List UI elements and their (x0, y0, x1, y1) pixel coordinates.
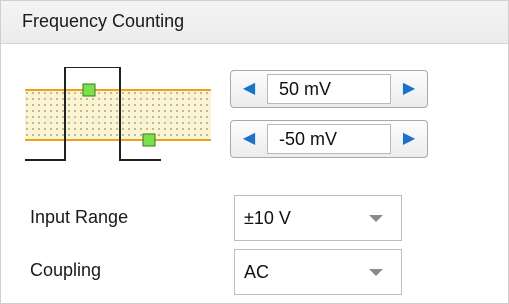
left-triangle-icon: ◀ (242, 130, 256, 147)
coupling-value: AC (244, 262, 270, 282)
upper-increment-button[interactable]: ▶ (397, 75, 421, 103)
input-range-value: ±10 V (244, 208, 291, 228)
lower-decrement-button[interactable]: ◀ (237, 125, 261, 153)
input-range-label: Input Range (30, 207, 129, 227)
left-triangle-icon: ◀ (242, 80, 256, 97)
lower-threshold-field[interactable]: -50 mV (267, 124, 391, 154)
panel-title: Frequency Counting (22, 11, 185, 31)
upper-decrement-button[interactable]: ◀ (237, 75, 261, 103)
input-range-select[interactable]: ±10 V (234, 195, 402, 241)
lower-threshold-spinner: ◀ -50 mV ▶ (230, 120, 428, 158)
chevron-down-icon (369, 269, 383, 276)
right-triangle-icon: ▶ (402, 130, 416, 147)
hysteresis-band (25, 90, 211, 140)
upper-threshold-spinner: ◀ 50 mV ▶ (230, 70, 428, 108)
lower-increment-button[interactable]: ▶ (397, 125, 421, 153)
hysteresis-threshold-icon (25, 67, 211, 161)
right-triangle-icon: ▶ (402, 80, 416, 97)
lower-threshold-marker (142, 133, 156, 147)
chevron-down-icon (369, 215, 383, 222)
upper-threshold-marker (82, 83, 96, 97)
coupling-label: Coupling (30, 260, 102, 280)
upper-threshold-field[interactable]: 50 mV (267, 74, 391, 104)
panel-header: Frequency Counting (1, 1, 508, 44)
coupling-select[interactable]: AC (234, 249, 402, 295)
frequency-counting-panel: Frequency Counting ◀ 50 mV ▶ ◀ -50 mV ▶ … (0, 0, 509, 304)
